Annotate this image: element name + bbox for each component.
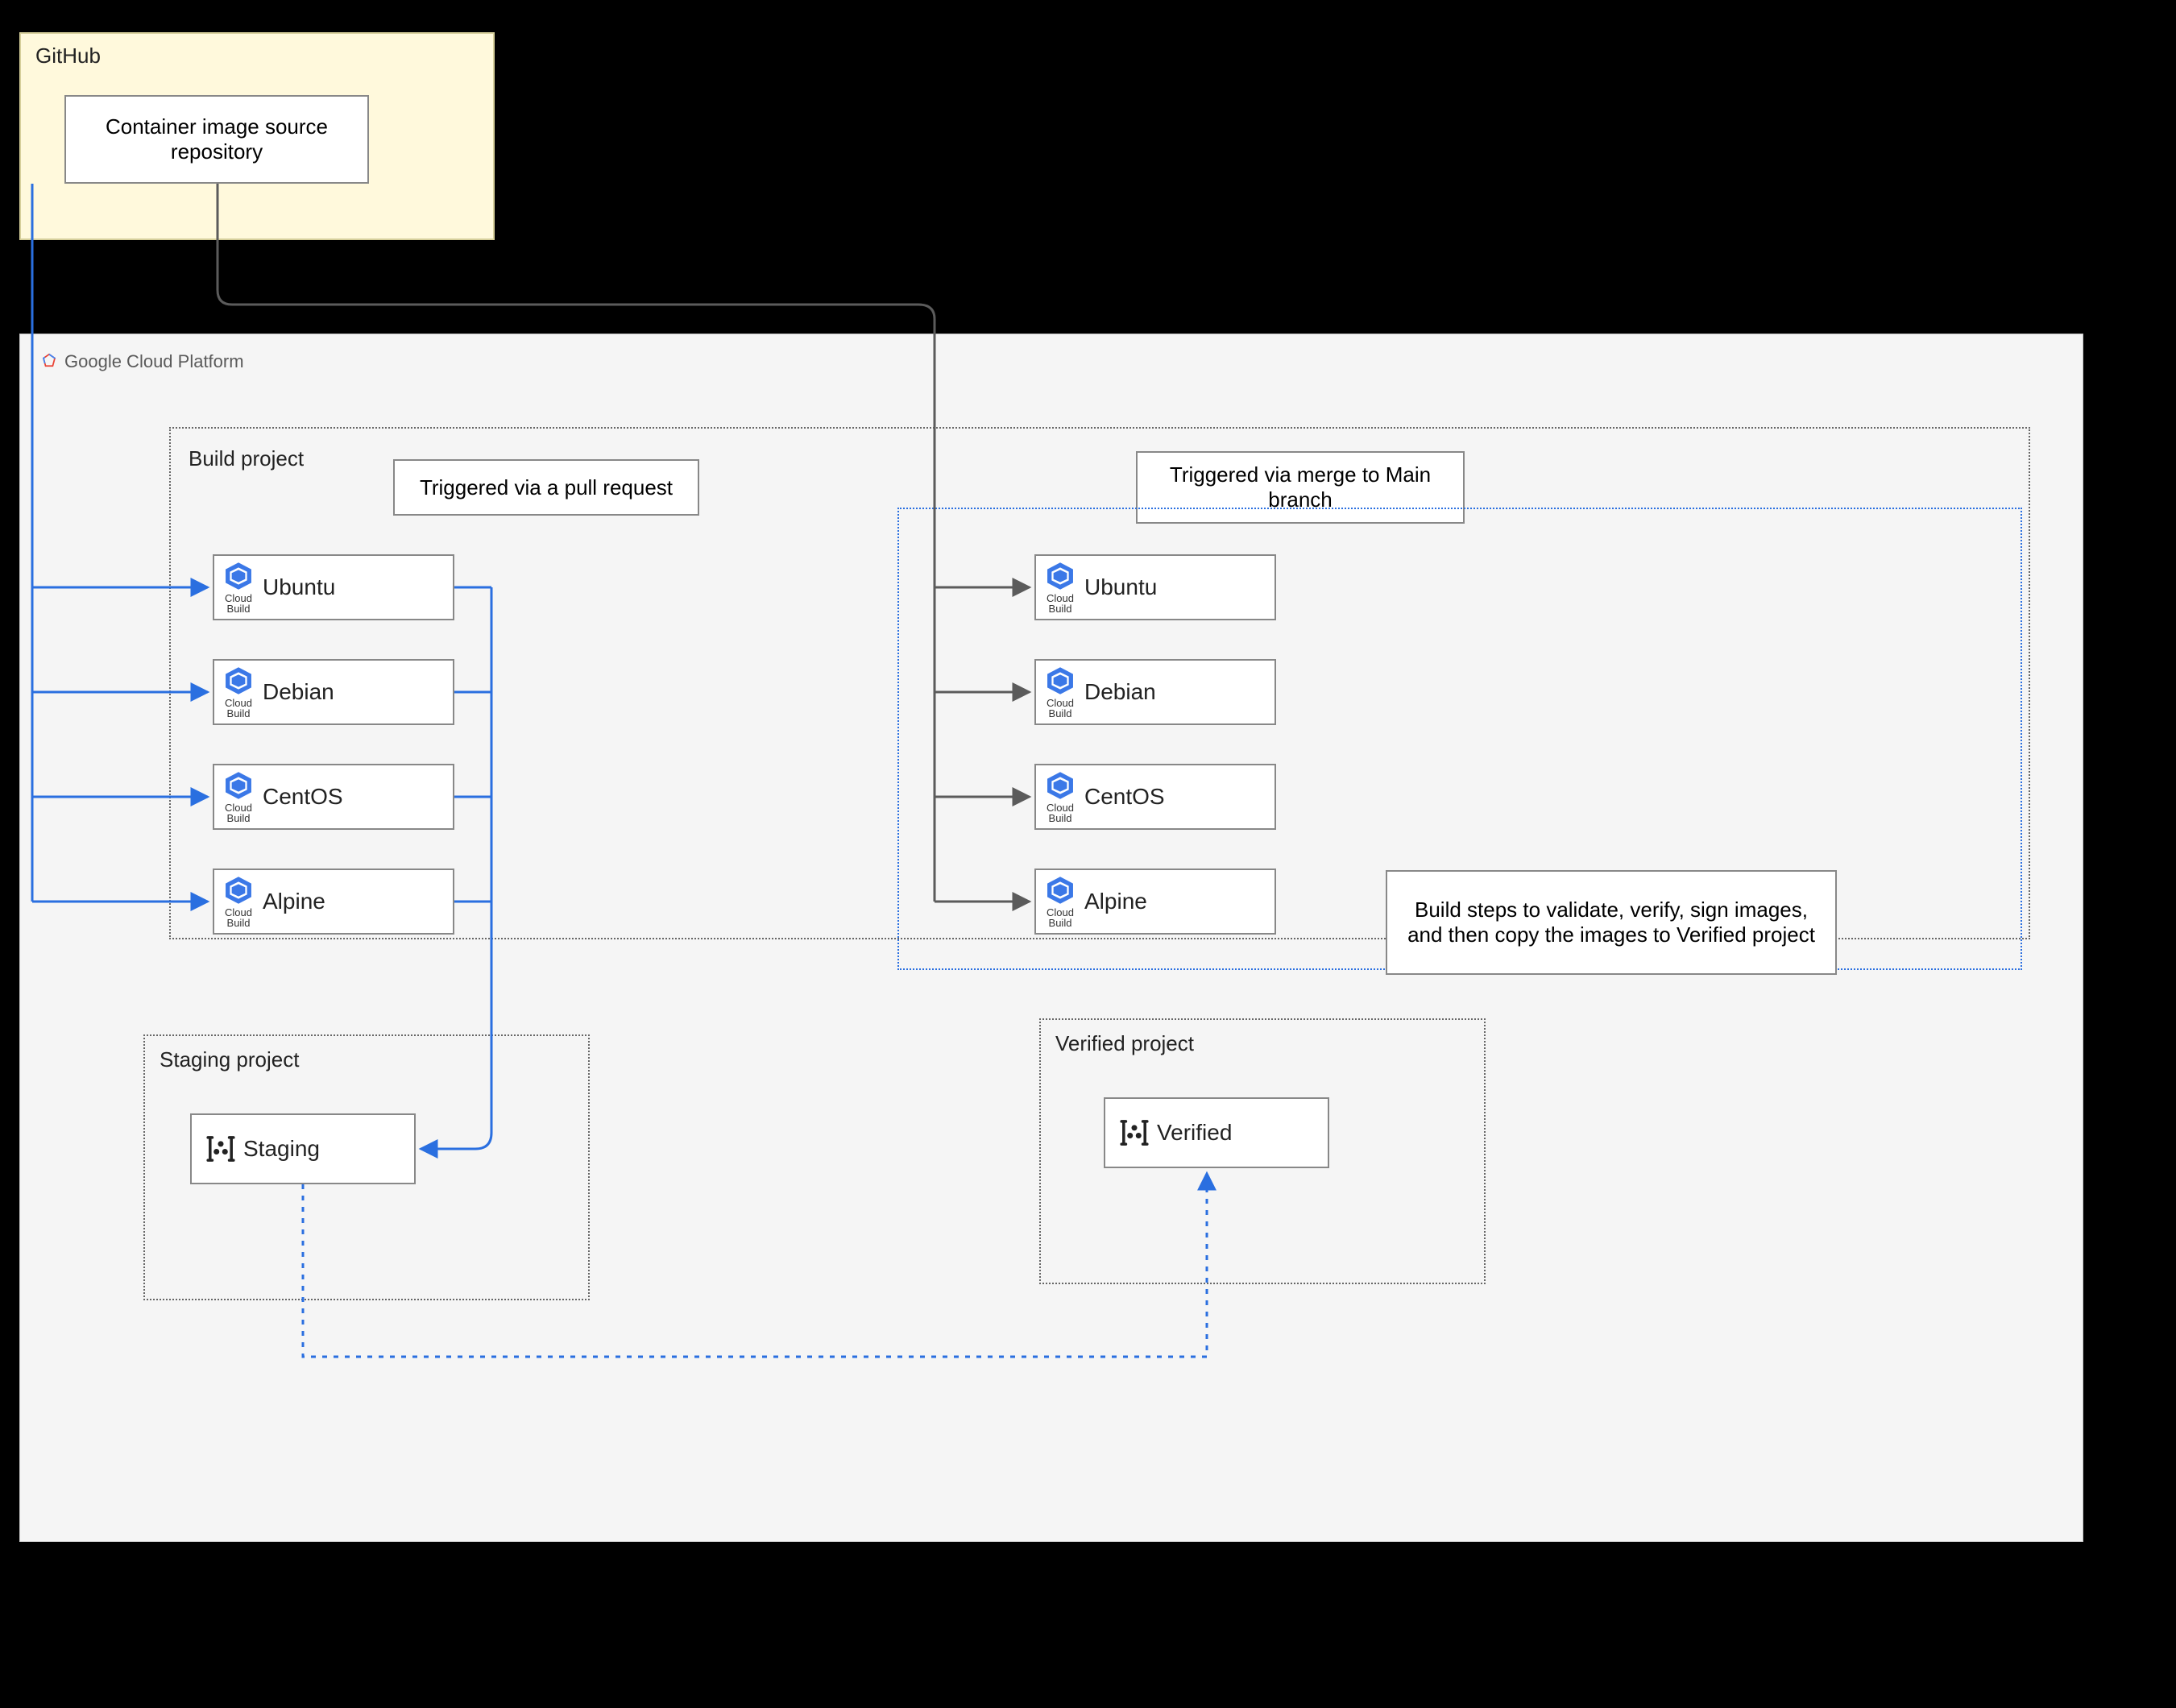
diagram-canvas: GitHub Container image source repository… bbox=[0, 0, 2176, 1708]
cloud-build-icon bbox=[1045, 561, 1076, 591]
verified-registry: Verified bbox=[1104, 1097, 1329, 1168]
artifact-registry-icon bbox=[203, 1131, 238, 1167]
gcp-title: Google Cloud Platform bbox=[64, 351, 244, 372]
cb-caption: CloudBuild bbox=[1047, 593, 1074, 614]
cb-left-alpine-label: Alpine bbox=[263, 889, 325, 914]
pr-trigger-box: Triggered via a pull request bbox=[393, 459, 699, 516]
cb-left-centos-label: CentOS bbox=[263, 784, 343, 810]
staging-project-title: Staging project bbox=[160, 1047, 299, 1072]
cloud-build-icon bbox=[223, 770, 254, 801]
cb-caption: CloudBuild bbox=[225, 802, 252, 823]
validate-note-box: Build steps to validate, verify, sign im… bbox=[1386, 870, 1837, 975]
cloud-build-icon bbox=[223, 665, 254, 696]
cb-right-centos: CloudBuild CentOS bbox=[1034, 764, 1276, 830]
source-repo-box: Container image source repository bbox=[64, 95, 369, 184]
verified-registry-label: Verified bbox=[1157, 1120, 1232, 1146]
cb-right-ubuntu: CloudBuild Ubuntu bbox=[1034, 554, 1276, 620]
cloud-build-icon bbox=[1045, 770, 1076, 801]
cloud-build-icon bbox=[223, 561, 254, 591]
cloud-build-icon bbox=[223, 875, 254, 906]
cb-caption: CloudBuild bbox=[1047, 802, 1074, 823]
staging-registry: Staging bbox=[190, 1113, 416, 1184]
gcp-logo-icon bbox=[40, 353, 58, 371]
cb-caption: CloudBuild bbox=[225, 907, 252, 928]
cb-caption: CloudBuild bbox=[225, 698, 252, 719]
cloud-build-icon bbox=[1045, 665, 1076, 696]
cb-right-debian-label: Debian bbox=[1084, 679, 1156, 705]
verified-project-title: Verified project bbox=[1055, 1031, 1194, 1056]
cb-left-ubuntu-label: Ubuntu bbox=[263, 574, 335, 600]
cb-caption: CloudBuild bbox=[1047, 907, 1074, 928]
gcp-header: Google Cloud Platform bbox=[40, 351, 244, 372]
cb-left-centos: CloudBuild CentOS bbox=[213, 764, 454, 830]
cb-left-debian: CloudBuild Debian bbox=[213, 659, 454, 725]
cb-caption: CloudBuild bbox=[1047, 698, 1074, 719]
cb-right-ubuntu-label: Ubuntu bbox=[1084, 574, 1157, 600]
merge-trigger-label: Triggered via merge to Main branch bbox=[1147, 462, 1453, 512]
artifact-registry-icon bbox=[1117, 1115, 1152, 1150]
cb-caption: CloudBuild bbox=[225, 593, 252, 614]
cb-left-ubuntu: CloudBuild Ubuntu bbox=[213, 554, 454, 620]
cb-left-alpine: CloudBuild Alpine bbox=[213, 869, 454, 935]
cloud-build-icon bbox=[1045, 875, 1076, 906]
cb-right-alpine-label: Alpine bbox=[1084, 889, 1147, 914]
staging-registry-label: Staging bbox=[243, 1136, 320, 1162]
build-project-title: Build project bbox=[189, 446, 304, 471]
cb-right-debian: CloudBuild Debian bbox=[1034, 659, 1276, 725]
cb-right-centos-label: CentOS bbox=[1084, 784, 1165, 810]
cb-left-debian-label: Debian bbox=[263, 679, 334, 705]
validate-note: Build steps to validate, verify, sign im… bbox=[1397, 898, 1826, 947]
github-title: GitHub bbox=[35, 44, 101, 68]
cb-right-alpine: CloudBuild Alpine bbox=[1034, 869, 1276, 935]
pr-trigger-label: Triggered via a pull request bbox=[420, 475, 673, 500]
source-repo-label: Container image source repository bbox=[76, 114, 358, 164]
